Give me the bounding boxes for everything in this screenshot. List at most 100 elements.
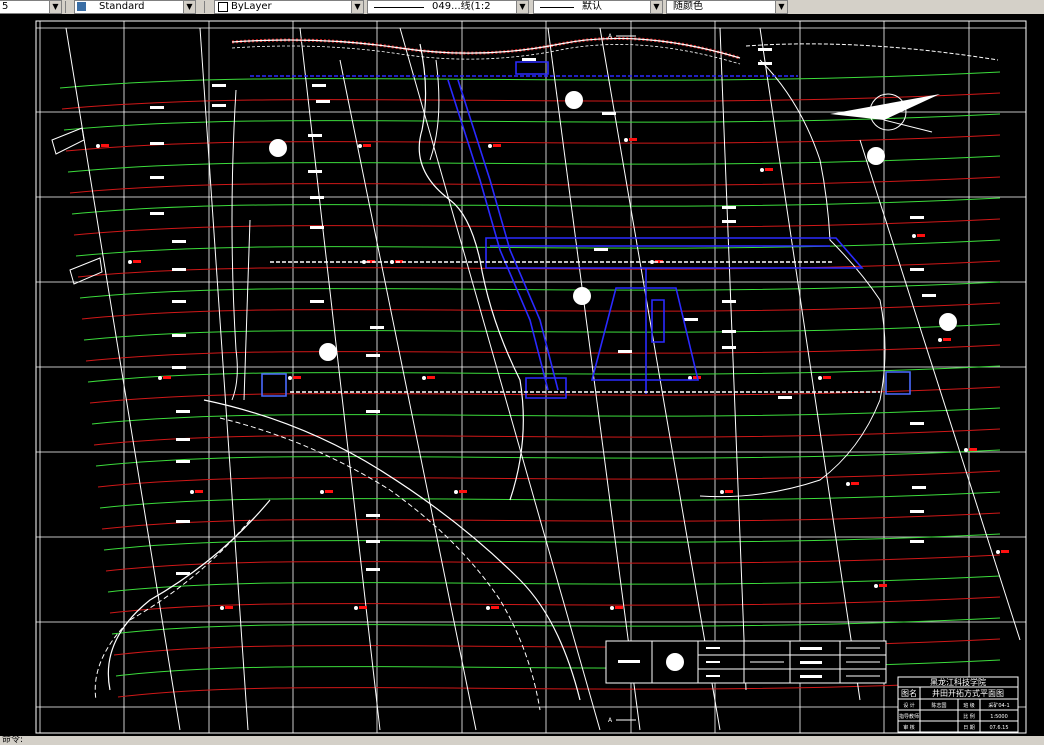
contour-label bbox=[366, 540, 380, 543]
elevation-point bbox=[358, 144, 362, 148]
contour-label bbox=[370, 326, 384, 329]
elevation-point bbox=[610, 606, 614, 610]
elevation-marker bbox=[427, 376, 435, 379]
contour-label bbox=[312, 84, 326, 87]
elevation-point bbox=[874, 584, 878, 588]
elevation-point bbox=[158, 376, 162, 380]
contour-label bbox=[366, 354, 380, 357]
contour-label bbox=[176, 460, 190, 463]
text-style-dropdown[interactable]: Standard ▼ bbox=[74, 0, 196, 14]
contour-label bbox=[366, 568, 380, 571]
contour-label bbox=[172, 300, 186, 303]
contour-label bbox=[310, 300, 324, 303]
contour-label bbox=[722, 206, 736, 209]
elevation-marker bbox=[879, 584, 887, 587]
elevation-marker bbox=[293, 376, 301, 379]
legend-table bbox=[605, 640, 887, 684]
elevation-marker bbox=[765, 168, 773, 171]
elevation-marker bbox=[917, 234, 925, 237]
contour-label bbox=[176, 410, 190, 413]
elevation-point bbox=[422, 376, 426, 380]
chevron-down-icon[interactable]: ▼ bbox=[516, 1, 528, 13]
elevation-point bbox=[454, 490, 458, 494]
contour-label bbox=[308, 134, 322, 137]
elevation-marker bbox=[1001, 550, 1009, 553]
contour-label bbox=[594, 248, 608, 251]
elevation-marker bbox=[823, 376, 831, 379]
color-dropdown[interactable]: 随颜色 ▼ bbox=[666, 0, 788, 14]
elevation-point bbox=[486, 606, 490, 610]
contour-label bbox=[618, 350, 632, 353]
elevation-point bbox=[128, 260, 132, 264]
contour-label bbox=[684, 318, 698, 321]
contour-label bbox=[910, 216, 924, 219]
tb-cell: 比 例 bbox=[963, 713, 975, 720]
contour-label bbox=[758, 48, 772, 51]
contour-label bbox=[308, 170, 322, 173]
elevation-marker bbox=[943, 338, 951, 341]
contour-label bbox=[722, 220, 736, 223]
contour-label bbox=[722, 330, 736, 333]
tb-cell: 班 级 bbox=[963, 702, 975, 709]
linetype-dropdown[interactable]: 049...线(1:2 ▼ bbox=[367, 0, 529, 14]
layer-dropdown[interactable]: ByLayer ▼ bbox=[214, 0, 364, 14]
drawing-name: 井田开拓方式平面图 bbox=[932, 688, 1004, 698]
contour-label bbox=[366, 514, 380, 517]
contour-label bbox=[602, 112, 616, 115]
contour-label bbox=[722, 300, 736, 303]
tb-cell: 审 核 bbox=[903, 724, 915, 731]
properties-toolbar: 5 ▼ Standard ▼ ByLayer ▼ 049...线(1:2 ▼ 默… bbox=[0, 0, 1044, 15]
line-sample-icon bbox=[374, 7, 424, 8]
contour-label bbox=[910, 268, 924, 271]
elevation-marker bbox=[325, 490, 333, 493]
elevation-marker bbox=[851, 482, 859, 485]
contour-label bbox=[176, 520, 190, 523]
contour-label bbox=[910, 422, 924, 425]
color-swatch-icon bbox=[218, 2, 228, 12]
contour-label bbox=[212, 84, 226, 87]
elevation-point bbox=[288, 376, 292, 380]
partial-dropdown[interactable]: 5 ▼ bbox=[0, 0, 62, 14]
elevation-marker bbox=[459, 490, 467, 493]
drawing-canvas[interactable]: A A 黑龙江科技学院 图名 井田开拓方式平面图 设 计 陈志国 班 级 采矿0… bbox=[0, 14, 1044, 736]
color-value: 随颜色 bbox=[673, 1, 703, 12]
contour-label bbox=[212, 104, 226, 107]
contour-label bbox=[366, 410, 380, 413]
chevron-down-icon[interactable]: ▼ bbox=[49, 1, 61, 13]
toolbar-separator bbox=[204, 1, 205, 13]
tb-cell: 设 计 bbox=[903, 702, 915, 709]
elevation-marker bbox=[615, 606, 623, 609]
contour-label bbox=[310, 226, 324, 229]
elevation-point bbox=[846, 482, 850, 486]
elevation-point bbox=[96, 144, 100, 148]
chevron-down-icon[interactable]: ▼ bbox=[650, 1, 662, 13]
contour-label bbox=[150, 176, 164, 179]
line-sample-icon bbox=[540, 7, 574, 8]
contour-label bbox=[172, 366, 186, 369]
tb-cell: 陈志国 bbox=[931, 702, 946, 709]
contour-label bbox=[150, 212, 164, 215]
chevron-down-icon[interactable]: ▼ bbox=[183, 1, 195, 13]
contour-label bbox=[150, 142, 164, 145]
elevation-point bbox=[818, 376, 822, 380]
elevation-marker bbox=[969, 448, 977, 451]
tb-cell: 07.6.15 bbox=[989, 725, 1008, 731]
elevation-point bbox=[912, 234, 916, 238]
elevation-point bbox=[220, 606, 224, 610]
chevron-down-icon[interactable]: ▼ bbox=[351, 1, 363, 13]
elevation-marker bbox=[363, 144, 371, 147]
lineweight-dropdown[interactable]: 默认 ▼ bbox=[533, 0, 663, 14]
contour-label bbox=[522, 58, 536, 61]
contour-label bbox=[778, 396, 792, 399]
elevation-marker bbox=[359, 606, 367, 609]
tb-cell: 指导教师 bbox=[899, 713, 919, 720]
chevron-down-icon[interactable]: ▼ bbox=[775, 1, 787, 13]
elevation-marker bbox=[493, 144, 501, 147]
title-block: 黑龙江科技学院 图名 井田开拓方式平面图 设 计 陈志国 班 级 采矿04-1 … bbox=[897, 676, 1019, 733]
contour-label bbox=[172, 268, 186, 271]
command-line[interactable]: 命令: bbox=[0, 736, 1044, 745]
contour-label bbox=[176, 438, 190, 441]
elevation-marker bbox=[133, 260, 141, 263]
contour-label bbox=[912, 486, 926, 489]
label-drawing-name: 图名 bbox=[901, 688, 917, 698]
